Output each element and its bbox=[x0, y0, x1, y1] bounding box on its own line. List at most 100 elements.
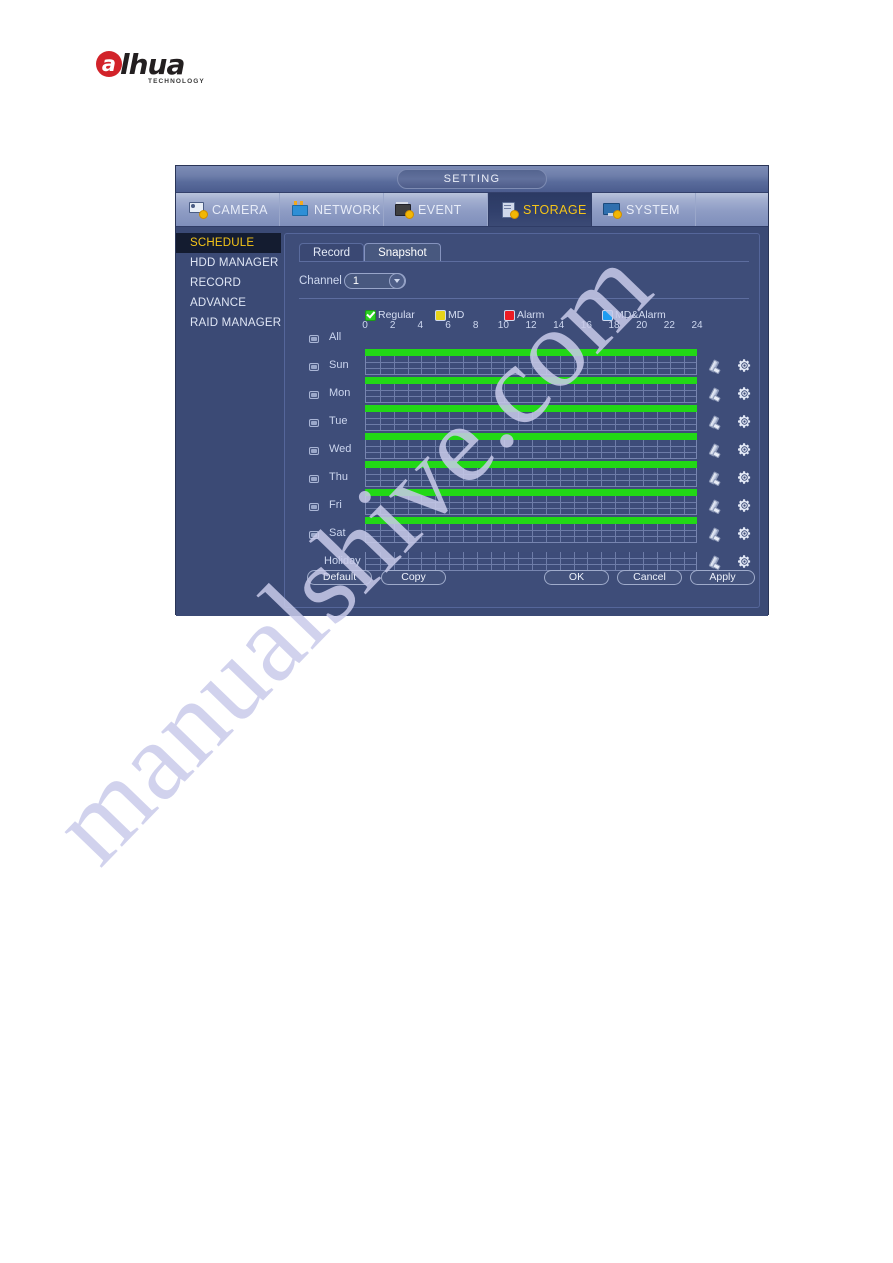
grid-hline bbox=[366, 508, 696, 509]
schedule-bar-regular-mon[interactable] bbox=[365, 377, 697, 384]
schedule-row-grid-holiday[interactable] bbox=[365, 552, 697, 571]
gear-icon[interactable] bbox=[737, 414, 752, 429]
schedule-bar-regular-tue[interactable] bbox=[365, 405, 697, 412]
time-tick-label: 0 bbox=[362, 320, 368, 331]
eraser-icon[interactable] bbox=[708, 527, 723, 543]
chevron-down-icon[interactable] bbox=[388, 273, 405, 289]
default-button[interactable]: Default bbox=[307, 570, 372, 585]
grid-vline bbox=[601, 412, 603, 430]
eraser-icon[interactable] bbox=[708, 443, 723, 459]
gear-icon[interactable] bbox=[737, 554, 752, 569]
grid-vline bbox=[656, 496, 658, 514]
legend-swatch-regular-icon[interactable] bbox=[365, 309, 376, 321]
grid-vline bbox=[490, 552, 492, 570]
sidebar-item-hdd-manager[interactable]: HDD MANAGER bbox=[176, 253, 281, 273]
eraser-icon[interactable] bbox=[708, 387, 723, 403]
schedule-row-grid-mon[interactable] bbox=[365, 384, 697, 403]
row-checkbox-sun[interactable] bbox=[309, 363, 319, 371]
row-checkbox-wed[interactable] bbox=[309, 447, 319, 455]
sidebar-item-schedule[interactable]: SCHEDULE bbox=[176, 233, 281, 253]
tab-system[interactable]: SYSTEM bbox=[592, 193, 696, 226]
grid-vline bbox=[642, 384, 644, 402]
gear-icon[interactable] bbox=[737, 358, 752, 373]
schedule-bar-regular-thu[interactable] bbox=[365, 461, 697, 468]
grid-vline bbox=[449, 384, 450, 402]
gear-icon[interactable] bbox=[737, 526, 752, 541]
row-checkbox-thu[interactable] bbox=[309, 475, 319, 483]
tab-storage[interactable]: STORAGE bbox=[488, 193, 592, 226]
schedule-row-grid-tue[interactable] bbox=[365, 412, 697, 431]
channel-select-value: 1 bbox=[352, 275, 359, 287]
grid-vline bbox=[421, 384, 423, 402]
row-checkbox-all[interactable] bbox=[309, 335, 319, 343]
grid-vline bbox=[601, 356, 603, 374]
row-checkbox-fri[interactable] bbox=[309, 503, 319, 511]
ok-button[interactable]: OK bbox=[544, 570, 609, 585]
grid-vline bbox=[559, 552, 561, 570]
legend-swatch-md-icon[interactable] bbox=[435, 309, 446, 321]
button-row: Default Copy OK Cancel Apply bbox=[299, 570, 755, 586]
grid-vline bbox=[628, 496, 630, 514]
schedule-row-grid-thu[interactable] bbox=[365, 468, 697, 487]
schedule-row-grid-wed[interactable] bbox=[365, 440, 697, 459]
grid-vline bbox=[393, 496, 395, 514]
schedule-row-grid-fri[interactable] bbox=[365, 496, 697, 515]
grid-vline bbox=[476, 440, 478, 458]
gear-icon[interactable] bbox=[737, 470, 752, 485]
channel-select[interactable]: 1 bbox=[343, 273, 406, 289]
gear-icon[interactable] bbox=[737, 386, 752, 401]
grid-vline bbox=[642, 412, 644, 430]
channel-row: Channel 1 bbox=[299, 272, 759, 290]
gear-icon[interactable] bbox=[737, 442, 752, 457]
schedule-bar-regular-sun[interactable] bbox=[365, 349, 697, 356]
grid-hline bbox=[366, 452, 696, 453]
grid-vline bbox=[532, 468, 533, 486]
schedule-bar-regular-sat[interactable] bbox=[365, 517, 697, 524]
schedule-bar-regular-fri[interactable] bbox=[365, 489, 697, 496]
row-checkbox-tue[interactable] bbox=[309, 419, 319, 427]
grid-vline bbox=[462, 356, 464, 374]
eraser-icon[interactable] bbox=[708, 499, 723, 515]
row-checkbox-sat[interactable] bbox=[309, 531, 319, 539]
grid-vline bbox=[449, 468, 450, 486]
grid-vline bbox=[670, 384, 672, 402]
grid-vline bbox=[421, 412, 423, 430]
sidebar-item-label: SCHEDULE bbox=[190, 237, 255, 249]
schedule-bar-regular-wed[interactable] bbox=[365, 433, 697, 440]
tab-snapshot[interactable]: Snapshot bbox=[364, 243, 441, 262]
sidebar-item-raid-manager[interactable]: RAID MANAGER bbox=[176, 313, 281, 333]
tab-record[interactable]: Record bbox=[299, 243, 365, 262]
grid-hline bbox=[366, 446, 696, 447]
window-titlebar: SETTING bbox=[176, 166, 768, 193]
grid-vline bbox=[670, 440, 672, 458]
schedule-grid[interactable]: Regular MD Alarm MD&Alarm 0 2 4 6 8 10 12 14 16 18 20 2… bbox=[299, 302, 752, 582]
eraser-icon[interactable] bbox=[708, 359, 723, 375]
grid-vline bbox=[490, 496, 492, 514]
sidebar-item-advance[interactable]: ADVANCE bbox=[176, 293, 281, 313]
legend-swatch-md-alarm-icon[interactable] bbox=[602, 309, 613, 321]
sidebar-item-record[interactable]: RECORD bbox=[176, 273, 281, 293]
grid-vline bbox=[684, 552, 686, 570]
eraser-icon[interactable] bbox=[708, 555, 723, 571]
tab-network[interactable]: NETWORK bbox=[280, 193, 384, 226]
grid-vline bbox=[476, 384, 478, 402]
row-label-sat: Sat bbox=[329, 527, 346, 539]
schedule-row-grid-sat[interactable] bbox=[365, 524, 697, 543]
grid-vline bbox=[559, 468, 561, 486]
tab-event-label: EVENT bbox=[418, 202, 462, 217]
tab-camera[interactable]: CAMERA bbox=[176, 193, 280, 226]
tab-event[interactable]: EVENT bbox=[384, 193, 488, 226]
row-label-wed: Wed bbox=[329, 443, 352, 455]
grid-vline bbox=[518, 384, 520, 402]
apply-button[interactable]: Apply bbox=[690, 570, 755, 585]
eraser-icon[interactable] bbox=[708, 415, 723, 431]
eraser-icon[interactable] bbox=[708, 471, 723, 487]
grid-vline bbox=[601, 524, 603, 542]
grid-vline bbox=[379, 412, 381, 430]
cancel-button[interactable]: Cancel bbox=[617, 570, 682, 585]
legend-swatch-alarm-icon[interactable] bbox=[504, 309, 515, 321]
schedule-row-grid-sun[interactable] bbox=[365, 356, 697, 375]
copy-button[interactable]: Copy bbox=[381, 570, 446, 585]
gear-icon[interactable] bbox=[737, 498, 752, 513]
row-checkbox-mon[interactable] bbox=[309, 391, 319, 399]
